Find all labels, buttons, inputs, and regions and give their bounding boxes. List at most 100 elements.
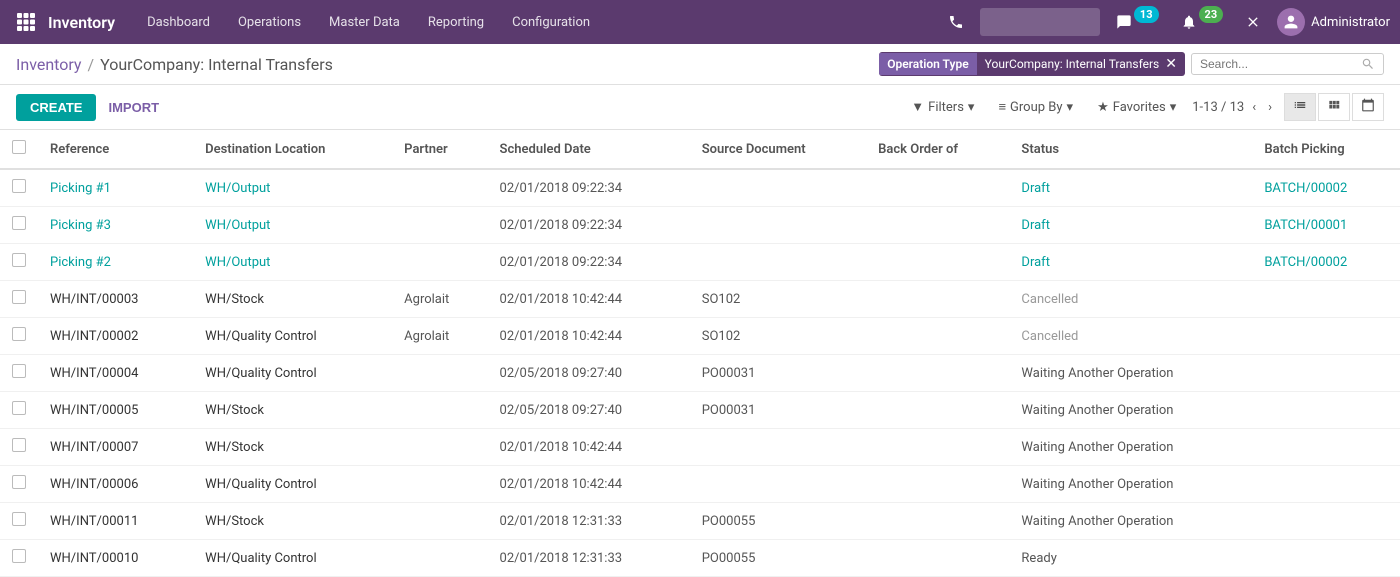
list-view-button[interactable] — [1284, 93, 1316, 121]
close-icon[interactable] — [1237, 6, 1269, 38]
table-row[interactable]: WH/INT/00011 WH/Stock 02/01/2018 12:31:3… — [0, 503, 1400, 540]
cell-reference[interactable]: Picking #3 — [38, 207, 193, 244]
cell-back-order — [866, 318, 1009, 355]
row-checkbox[interactable] — [12, 549, 26, 563]
cell-batch-picking[interactable] — [1252, 392, 1400, 429]
group-by-button[interactable]: ≡ Group By ▾ — [990, 95, 1081, 119]
row-checkbox[interactable] — [12, 216, 26, 230]
nav-reporting[interactable]: Reporting — [416, 9, 496, 36]
table-row[interactable]: Picking #2 WH/Output 02/01/2018 09:22:34… — [0, 244, 1400, 281]
cell-batch-picking[interactable]: BATCH/00001 — [1252, 207, 1400, 244]
favorites-button[interactable]: ★ Favorites ▾ — [1089, 96, 1184, 119]
row-checkbox[interactable] — [12, 512, 26, 526]
row-checkbox[interactable] — [12, 401, 26, 415]
row-checkbox-cell[interactable] — [0, 466, 38, 503]
table-row[interactable]: Picking #1 WH/Output 02/01/2018 09:22:34… — [0, 169, 1400, 207]
cell-status: Waiting Another Operation — [1009, 466, 1252, 503]
row-checkbox-cell[interactable] — [0, 281, 38, 318]
table-row[interactable]: WH/INT/00006 WH/Quality Control 02/01/20… — [0, 466, 1400, 503]
pagination-prev[interactable]: ‹ — [1248, 98, 1260, 117]
row-checkbox[interactable] — [12, 253, 26, 267]
row-checkbox-cell[interactable] — [0, 244, 38, 281]
nav-operations[interactable]: Operations — [226, 9, 313, 36]
cell-status: Waiting Another Operation — [1009, 429, 1252, 466]
cell-status: Waiting Another Operation — [1009, 392, 1252, 429]
cell-reference[interactable]: WH/INT/00003 — [38, 281, 193, 318]
row-checkbox-cell[interactable] — [0, 169, 38, 207]
row-checkbox[interactable] — [12, 438, 26, 452]
row-checkbox-cell[interactable] — [0, 318, 38, 355]
table-row[interactable]: WH/INT/00005 WH/Stock 02/05/2018 09:27:4… — [0, 392, 1400, 429]
row-checkbox-cell[interactable] — [0, 207, 38, 244]
cell-batch-picking[interactable]: BATCH/00002 — [1252, 244, 1400, 281]
pagination: 1-13 / 13 ‹ › — [1192, 98, 1276, 117]
pagination-next[interactable]: › — [1264, 98, 1276, 117]
row-checkbox-cell[interactable] — [0, 429, 38, 466]
cell-destination[interactable]: WH/Quality Control — [193, 355, 392, 392]
cell-batch-picking[interactable] — [1252, 429, 1400, 466]
action-bar-left: CREATE IMPORT — [16, 94, 163, 121]
cell-scheduled-date: 02/01/2018 10:42:44 — [488, 429, 690, 466]
cell-batch-picking[interactable] — [1252, 355, 1400, 392]
row-checkbox[interactable] — [12, 327, 26, 341]
cell-reference[interactable]: WH/INT/00011 — [38, 503, 193, 540]
cell-reference[interactable]: WH/INT/00005 — [38, 392, 193, 429]
row-checkbox[interactable] — [12, 364, 26, 378]
import-button[interactable]: IMPORT — [104, 94, 163, 121]
cell-reference[interactable]: WH/INT/00007 — [38, 429, 193, 466]
nav-configuration[interactable]: Configuration — [500, 9, 602, 36]
table-row[interactable]: WH/INT/00003 WH/Stock Agrolait 02/01/201… — [0, 281, 1400, 318]
cell-back-order — [866, 281, 1009, 318]
operation-type-filter[interactable]: Operation Type YourCompany: Internal Tra… — [879, 52, 1185, 76]
cell-batch-picking[interactable]: BATCH/00002 — [1252, 169, 1400, 207]
phone-icon[interactable] — [940, 6, 972, 38]
apps-icon[interactable] — [10, 6, 42, 38]
select-all-checkbox[interactable] — [12, 140, 26, 154]
row-checkbox-cell[interactable] — [0, 355, 38, 392]
row-checkbox-cell[interactable] — [0, 392, 38, 429]
header-select-all[interactable] — [0, 130, 38, 169]
cell-destination[interactable]: WH/Stock — [193, 281, 392, 318]
cell-batch-picking[interactable] — [1252, 318, 1400, 355]
search-input[interactable] — [1200, 57, 1355, 71]
cell-destination[interactable]: WH/Stock — [193, 503, 392, 540]
cell-reference[interactable]: Picking #2 — [38, 244, 193, 281]
row-checkbox-cell[interactable] — [0, 503, 38, 540]
cell-reference[interactable]: WH/INT/00006 — [38, 466, 193, 503]
nav-dashboard[interactable]: Dashboard — [135, 9, 222, 36]
cell-destination[interactable]: WH/Stock — [193, 392, 392, 429]
kanban-view-button[interactable] — [1318, 93, 1350, 121]
header-reference: Reference — [38, 130, 193, 169]
row-checkbox[interactable] — [12, 475, 26, 489]
cell-destination[interactable]: WH/Stock — [193, 429, 392, 466]
breadcrumb-parent[interactable]: Inventory — [16, 55, 82, 74]
cell-destination[interactable]: WH/Output — [193, 244, 392, 281]
cell-partner — [392, 169, 487, 207]
row-checkbox[interactable] — [12, 290, 26, 304]
table-row[interactable]: WH/INT/00007 WH/Stock 02/01/2018 10:42:4… — [0, 429, 1400, 466]
cell-reference[interactable]: Picking #1 — [38, 169, 193, 207]
table-row[interactable]: Picking #3 WH/Output 02/01/2018 09:22:34… — [0, 207, 1400, 244]
filters-button[interactable]: ▼ Filters ▾ — [903, 95, 982, 119]
cell-reference[interactable]: WH/INT/00004 — [38, 355, 193, 392]
table-row[interactable]: WH/INT/00004 WH/Quality Control 02/05/20… — [0, 355, 1400, 392]
calendar-view-button[interactable] — [1352, 93, 1384, 121]
create-button[interactable]: CREATE — [16, 94, 96, 121]
cell-partner: Agrolait — [392, 281, 487, 318]
filter-tag-close-icon[interactable]: ✕ — [1165, 56, 1177, 72]
row-checkbox[interactable] — [12, 179, 26, 193]
nav-master-data[interactable]: Master Data — [317, 9, 412, 36]
nav-search-bar[interactable] — [980, 8, 1100, 36]
table-row[interactable]: WH/INT/00002 WH/Quality Control Agrolait… — [0, 318, 1400, 355]
cell-destination[interactable]: WH/Output — [193, 207, 392, 244]
cell-batch-picking[interactable] — [1252, 466, 1400, 503]
cell-destination[interactable]: WH/Output — [193, 169, 392, 207]
cell-scheduled-date: 02/05/2018 09:27:40 — [488, 392, 690, 429]
cell-batch-picking[interactable] — [1252, 281, 1400, 318]
cell-destination[interactable]: WH/Quality Control — [193, 466, 392, 503]
user-avatar[interactable]: Administrator — [1277, 8, 1390, 36]
cell-destination[interactable]: WH/Quality Control — [193, 318, 392, 355]
cell-batch-picking[interactable] — [1252, 503, 1400, 540]
cell-reference[interactable]: WH/INT/00002 — [38, 318, 193, 355]
header-partner: Partner — [392, 130, 487, 169]
